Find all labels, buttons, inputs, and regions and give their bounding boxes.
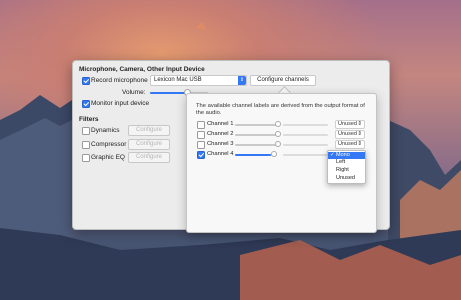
channel-3-meter — [283, 144, 328, 146]
channel-2-checkbox[interactable] — [197, 131, 205, 139]
menu-item-mono-label: Mono — [336, 152, 350, 158]
channel-1-label: Channel 1 — [207, 121, 234, 127]
volume-slider-fill — [150, 92, 186, 94]
compressor-configure-button[interactable]: Configure — [128, 139, 170, 150]
dynamics-checkbox[interactable] — [82, 127, 90, 135]
channel-1-meter — [283, 124, 328, 126]
channel-3-label: Channel 3 — [207, 141, 234, 147]
chevron-updown-icon: ⇕ — [357, 121, 362, 127]
channel-1-select[interactable]: Unused ⇕ — [335, 120, 365, 129]
chevron-updown-icon: ⇕ — [357, 131, 362, 137]
channel-1-slider[interactable] — [235, 124, 277, 126]
channel-1-select-value: Unused — [338, 121, 357, 127]
channel-3-slider[interactable] — [235, 144, 277, 146]
channel-3-select[interactable]: Unused ⇕ — [335, 140, 365, 149]
channel-2-select[interactable]: Unused ⇕ — [335, 130, 365, 139]
dynamics-label: Dynamics — [91, 127, 120, 134]
channel-2-knob[interactable] — [275, 131, 281, 137]
graphic-eq-checkbox[interactable] — [82, 154, 90, 162]
channel-4-checkbox[interactable] — [197, 151, 205, 159]
channel-4-meter — [283, 154, 328, 156]
record-microphone-label: Record microphone — [91, 77, 148, 84]
channel-2-label: Channel 2 — [207, 131, 234, 137]
filters-title: Filters — [79, 116, 99, 123]
dynamics-configure-button[interactable]: Configure — [128, 125, 170, 136]
channel-1-checkbox[interactable] — [197, 121, 205, 129]
channel-2-slider[interactable] — [235, 134, 277, 136]
menu-item-left[interactable]: Left — [328, 159, 365, 166]
menu-item-right[interactable]: Right — [328, 167, 365, 174]
device-select-value: Lexicon Mac USB — [154, 77, 202, 83]
record-microphone-checkbox[interactable] — [82, 77, 90, 85]
device-select[interactable]: Lexicon Mac USB ⇕ — [150, 75, 247, 86]
chevron-updown-icon: ⇕ — [357, 141, 362, 147]
channel-4-label: Channel 4 — [207, 151, 234, 157]
channel-2-select-value: Unused — [338, 131, 357, 137]
chevron-updown-icon: ⇕ — [238, 76, 246, 85]
channel-4-knob[interactable] — [271, 151, 277, 157]
section-title: Microphone, Camera, Other Input Device — [79, 66, 205, 73]
volume-label: Volume: — [122, 89, 146, 96]
menu-item-mono[interactable]: ✓ Mono — [328, 152, 365, 159]
compressor-label: Compressor — [91, 141, 127, 148]
monitor-input-label: Monitor input device — [91, 100, 150, 107]
channel-2-meter — [283, 134, 328, 136]
popover-info-text: The available channel labels are derived… — [196, 103, 365, 116]
menu-item-unused[interactable]: Unused — [328, 175, 365, 182]
checkmark-icon: ✓ — [330, 152, 335, 158]
monitor-input-checkbox[interactable] — [82, 100, 90, 108]
graphic-eq-label: Graphic EQ — [91, 154, 125, 161]
channel-4-slider-fill — [235, 154, 271, 156]
channel-3-select-value: Unused — [338, 141, 357, 147]
channel-3-checkbox[interactable] — [197, 141, 205, 149]
compressor-checkbox[interactable] — [82, 141, 90, 149]
configure-channels-button[interactable]: Configure channels — [250, 75, 316, 86]
channel-4-dropdown-menu: ✓ Mono Left Right Unused — [327, 150, 366, 184]
channel-1-knob[interactable] — [275, 121, 281, 127]
channel-3-knob[interactable] — [275, 141, 281, 147]
graphic-eq-configure-button[interactable]: Configure — [128, 152, 170, 163]
